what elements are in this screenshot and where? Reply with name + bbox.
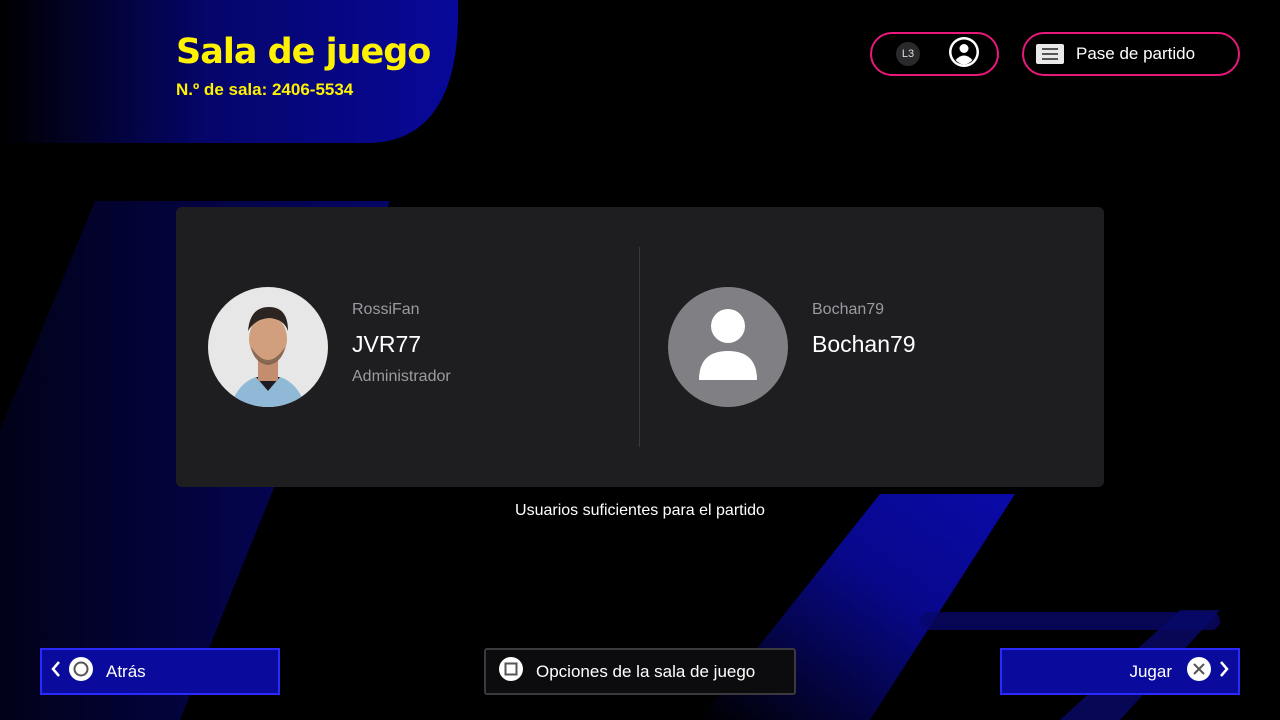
match-pass-label: Pase de partido: [1076, 44, 1196, 63]
circle-button-icon: [68, 656, 94, 687]
back-button[interactable]: Atrás: [40, 648, 280, 695]
status-message: Usuarios suficientes para el partido: [515, 502, 765, 519]
profile-button[interactable]: L3: [870, 32, 999, 76]
cross-button-icon: [1186, 656, 1212, 687]
pass-card-icon: [1036, 44, 1064, 64]
player-subname: RossiFan: [352, 301, 420, 318]
avatar: [208, 287, 328, 407]
page-title: Sala de juego: [176, 32, 431, 72]
square-button-icon: [498, 656, 524, 687]
header: Sala de juego N.º de sala: 2406-5534: [176, 30, 431, 100]
chevron-right-icon: [1218, 659, 1230, 684]
profile-icon: [948, 36, 980, 73]
play-button[interactable]: Jugar: [1000, 648, 1240, 695]
player-card-guest[interactable]: Bochan79 Bochan79: [668, 287, 916, 407]
match-pass-button[interactable]: Pase de partido: [1022, 32, 1240, 76]
back-label: Atrás: [106, 661, 146, 681]
room-options-label: Opciones de la sala de juego: [536, 661, 756, 681]
player-name: JVR77: [352, 331, 422, 357]
room-options-button[interactable]: Opciones de la sala de juego: [484, 648, 796, 695]
panel-divider: [639, 247, 640, 447]
player-card-host[interactable]: RossiFan JVR77 Administrador: [208, 287, 451, 407]
player-subname: Bochan79: [812, 301, 885, 318]
room-number: N.º de sala: 2406-5534: [176, 80, 354, 99]
chevron-left-icon: [50, 659, 62, 684]
default-avatar-icon: [668, 287, 788, 407]
player-role: Administrador: [352, 368, 451, 385]
players-panel: RossiFan JVR77 Administrador Bochan79 Bo…: [176, 207, 1104, 487]
play-label: Jugar: [1129, 661, 1172, 681]
l3-button-icon: L3: [896, 42, 920, 66]
player-name: Bochan79: [812, 331, 916, 357]
